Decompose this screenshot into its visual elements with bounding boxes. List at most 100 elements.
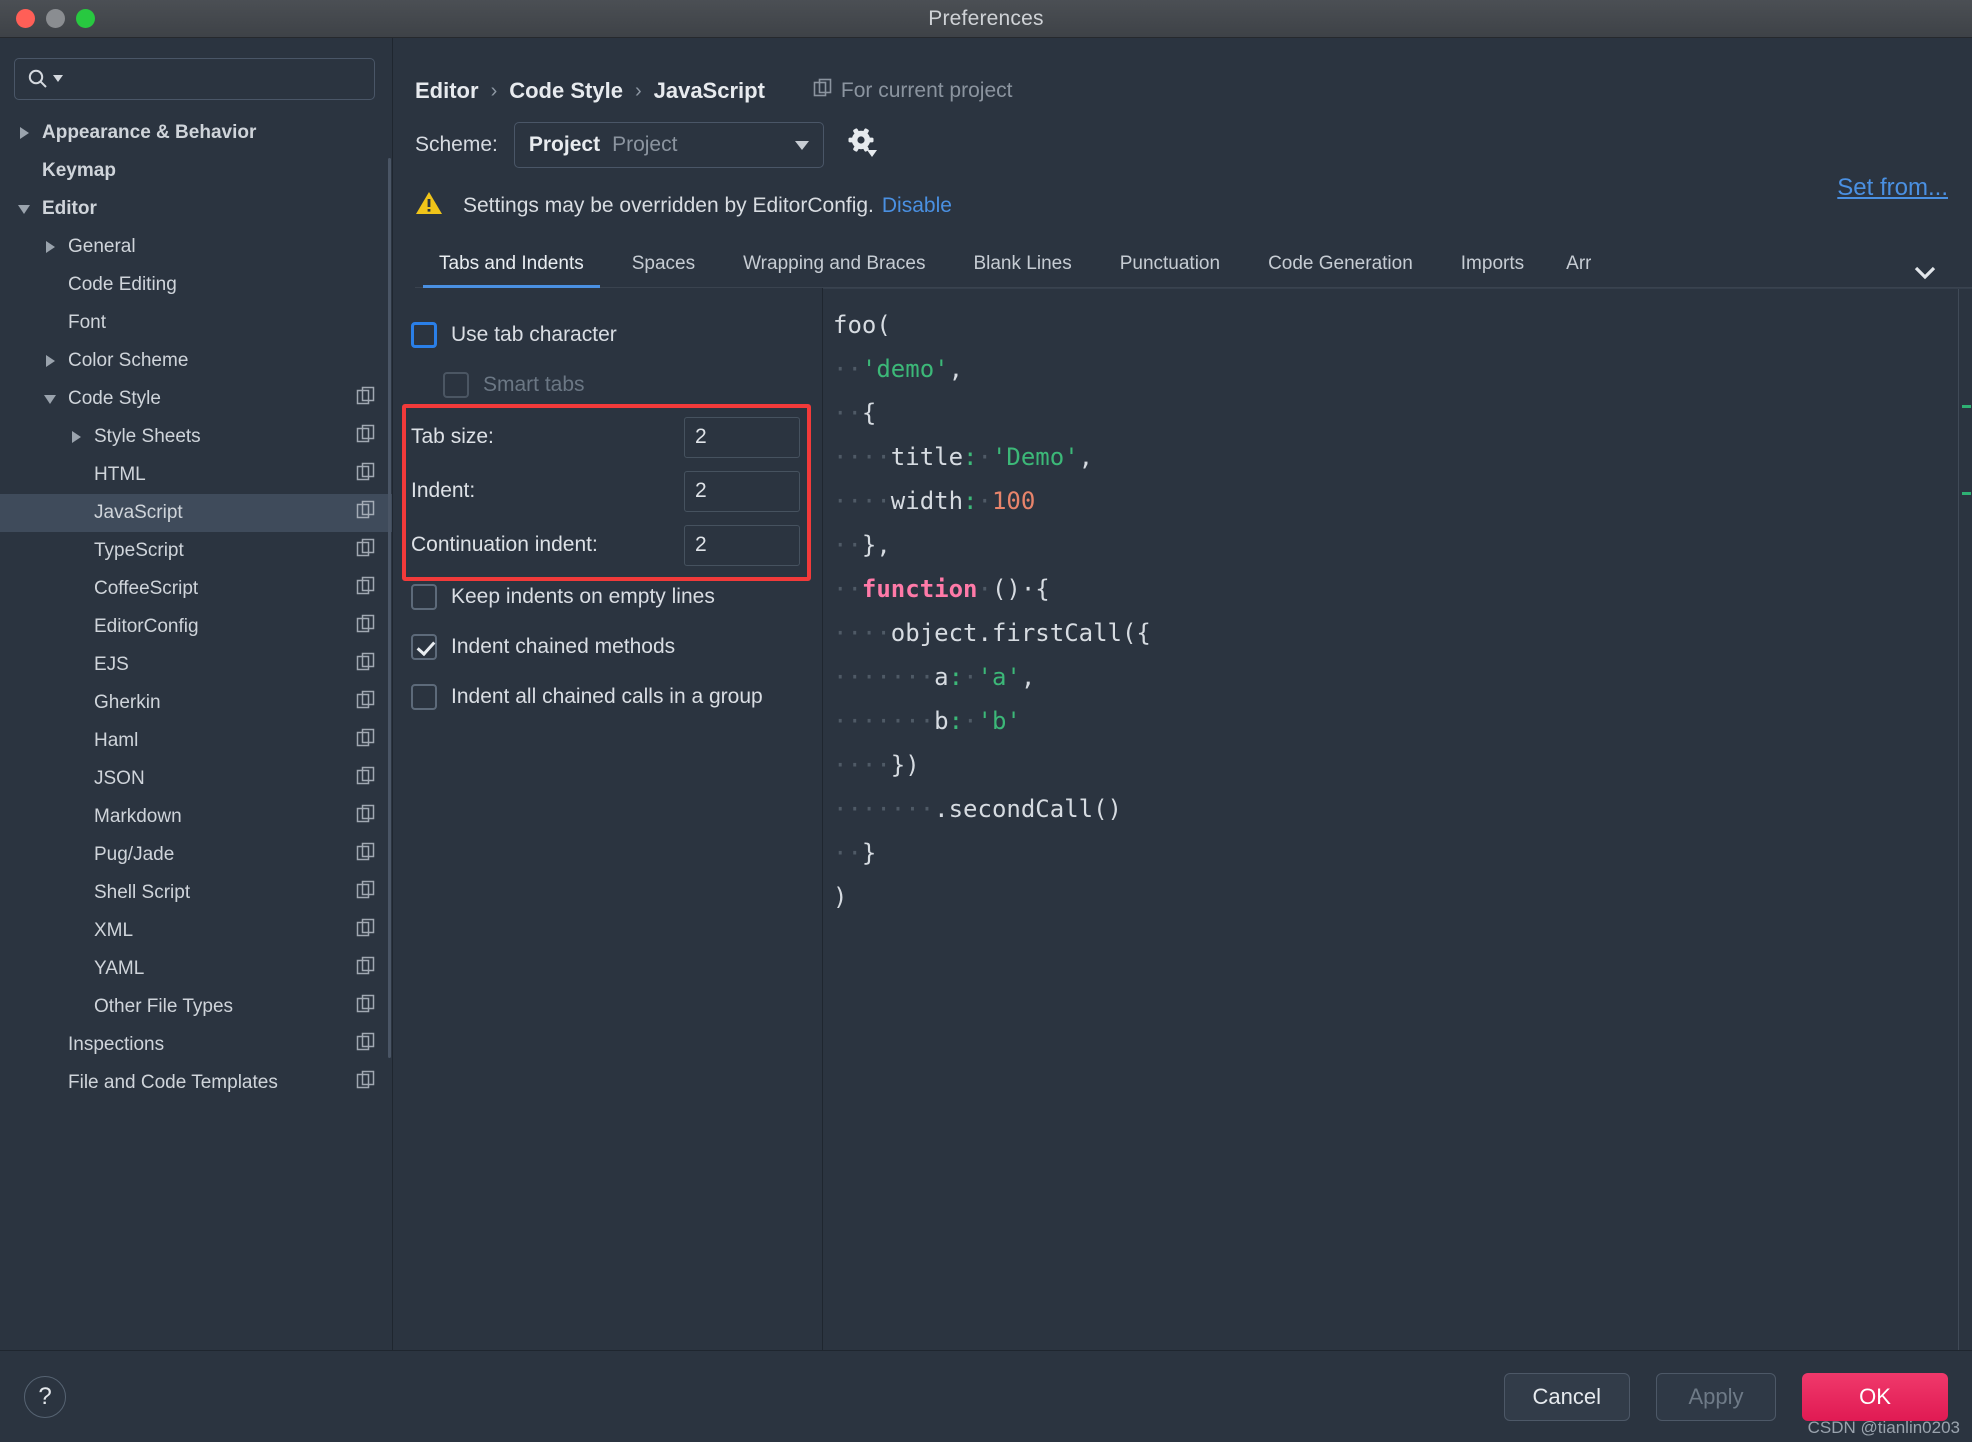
sidebar-item-editor[interactable]: Editor [0,190,392,228]
settings-tree: Appearance & Behavior Keymap Editor General… [0,110,392,1102]
tab-wrapping-and-braces[interactable]: Wrapping and Braces [719,241,949,287]
indent-chained-methods-label: Indent chained methods [451,635,676,658]
search-box[interactable] [14,58,375,100]
sidebar-item-font[interactable]: Font [0,304,392,342]
apply-button[interactable]: Apply [1656,1372,1776,1421]
sidebar-item-label: Markdown [94,806,182,827]
disable-editorconfig-link[interactable]: Disable [882,194,952,218]
tab-punctuation[interactable]: Punctuation [1096,241,1244,287]
sidebar-item-appearance-behavior[interactable]: Appearance & Behavior [0,114,392,152]
help-button[interactable]: ? [24,1375,66,1418]
breadcrumb-javascript[interactable]: JavaScript [654,78,765,104]
sidebar-item-gherkin[interactable]: Gherkin [0,684,392,722]
sidebar-item-label: File and Code Templates [68,1072,278,1093]
continuation-indent-input[interactable] [684,524,800,566]
sidebar-item-html[interactable]: HTML [0,456,392,494]
sidebar-item-haml[interactable]: Haml [0,722,392,760]
tab-imports[interactable]: Imports [1437,241,1548,287]
option-keep-indents-on-empty-lines[interactable]: Keep indents on empty lines [411,572,822,622]
sidebar-item-shell-script[interactable]: Shell Script [0,874,392,912]
indent-chained-methods-checkbox[interactable] [411,634,437,660]
set-from-link[interactable]: Set from... [1837,174,1948,202]
sidebar-item-general[interactable]: General [0,228,392,266]
option-smart-tabs: Smart tabs [411,360,822,410]
sidebar-item-ejs[interactable]: EJS [0,646,392,684]
sidebar-item-label: Gherkin [94,692,161,713]
keep-indents-checkbox[interactable] [411,584,437,610]
sidebar-item-label: EJS [94,654,129,675]
cancel-button[interactable]: Cancel [1503,1372,1630,1421]
sidebar-item-javascript[interactable]: JavaScript [0,494,392,532]
code-preview-panel[interactable]: foo(··'demo', ··{····title:·'Demo', ····wi… [823,288,1972,1350]
chevron-right-icon[interactable] [44,239,60,255]
copy-scheme-icon [356,614,376,640]
options-column: Use tab character Smart tabs Tab size: I… [393,288,823,1350]
indent-all-chained-calls-checkbox[interactable] [411,684,437,710]
sidebar-item-typescript[interactable]: TypeScript [0,532,392,570]
copy-scheme-icon [356,804,376,830]
scheme-settings-gear-button[interactable] [846,126,880,165]
tab-size-input[interactable] [684,416,800,458]
option-indent-chained-methods[interactable]: Indent chained methods [411,622,822,672]
tab-code-generation[interactable]: Code Generation [1244,241,1437,287]
breadcrumb-editor[interactable]: Editor [415,78,479,104]
use-tab-character-label: Use tab character [451,323,617,346]
breadcrumb-code-style[interactable]: Code Style [509,78,623,104]
sidebar-item-xml[interactable]: XML [0,912,392,950]
tabs-overflow-chevron-down-icon[interactable] [1892,262,1958,287]
chevron-right-icon[interactable] [44,353,60,369]
sidebar-item-label: XML [94,920,134,941]
warning-text: Settings may be overridden by EditorConf… [463,194,874,217]
option-indent-all-chained-calls[interactable]: Indent all chained calls in a group [411,672,822,722]
ok-button[interactable]: OK [1802,1372,1948,1421]
tab-tabs-and-indents[interactable]: Tabs and Indents [415,241,608,288]
copy-scheme-icon [356,424,376,450]
sidebar-item-code-style[interactable]: Code Style [0,380,392,418]
dialog-footer: ? Cancel Apply OK [0,1350,1972,1442]
sidebar-scrollbar[interactable] [388,158,391,1058]
sidebar-item-keymap[interactable]: Keymap [0,152,392,190]
tab-blank-lines[interactable]: Blank Lines [949,241,1095,287]
use-tab-character-checkbox[interactable] [411,322,437,348]
sidebar-item-label: Code Editing [68,274,177,295]
chevron-down-icon[interactable] [44,391,60,407]
sidebar-item-label: Color Scheme [68,350,189,371]
sidebar-item-json[interactable]: JSON [0,760,392,798]
sidebar-item-label: Other File Types [94,996,234,1017]
search-input[interactable] [67,69,362,89]
search-dropdown-icon[interactable] [53,75,63,83]
sidebar-item-yaml[interactable]: YAML [0,950,392,988]
sidebar-item-file-and-code-templates[interactable]: File and Code Templates [0,1064,392,1102]
sidebar-item-coffeescript[interactable]: CoffeeScript [0,570,392,608]
code-line: ····title:·'Demo', [833,443,1094,471]
sidebar-item-color-scheme[interactable]: Color Scheme [0,342,392,380]
smart-tabs-checkbox [443,372,469,398]
sidebar-item-code-editing[interactable]: Code Editing [0,266,392,304]
sidebar-item-inspections[interactable]: Inspections [0,1026,392,1064]
scheme-select[interactable]: Project Project [513,122,824,168]
sidebar-item-markdown[interactable]: Markdown [0,798,392,836]
tab-arrangement[interactable]: Arr [1548,241,1591,287]
code-line: ····}) [833,751,920,779]
chevron-right-icon[interactable] [70,429,86,445]
sidebar-item-editorconfig[interactable]: EditorConfig [0,608,392,646]
scheme-value: Project [528,133,601,156]
chevron-down-icon[interactable] [18,201,34,217]
sidebar-item-other-file-types[interactable]: Other File Types [0,988,392,1026]
tab-size-label: Tab size: [411,425,494,448]
chevron-right-icon[interactable] [18,125,34,141]
preview-marker-strip[interactable] [1958,289,1972,1350]
sidebar-item-pug-jade[interactable]: Pug/Jade [0,836,392,874]
tab-spaces[interactable]: Spaces [608,241,719,287]
indent-input[interactable] [684,470,800,512]
code-line: ) [833,883,848,911]
option-use-tab-character[interactable]: Use tab character [411,310,822,360]
sidebar-item-style-sheets[interactable]: Style Sheets [0,418,392,456]
